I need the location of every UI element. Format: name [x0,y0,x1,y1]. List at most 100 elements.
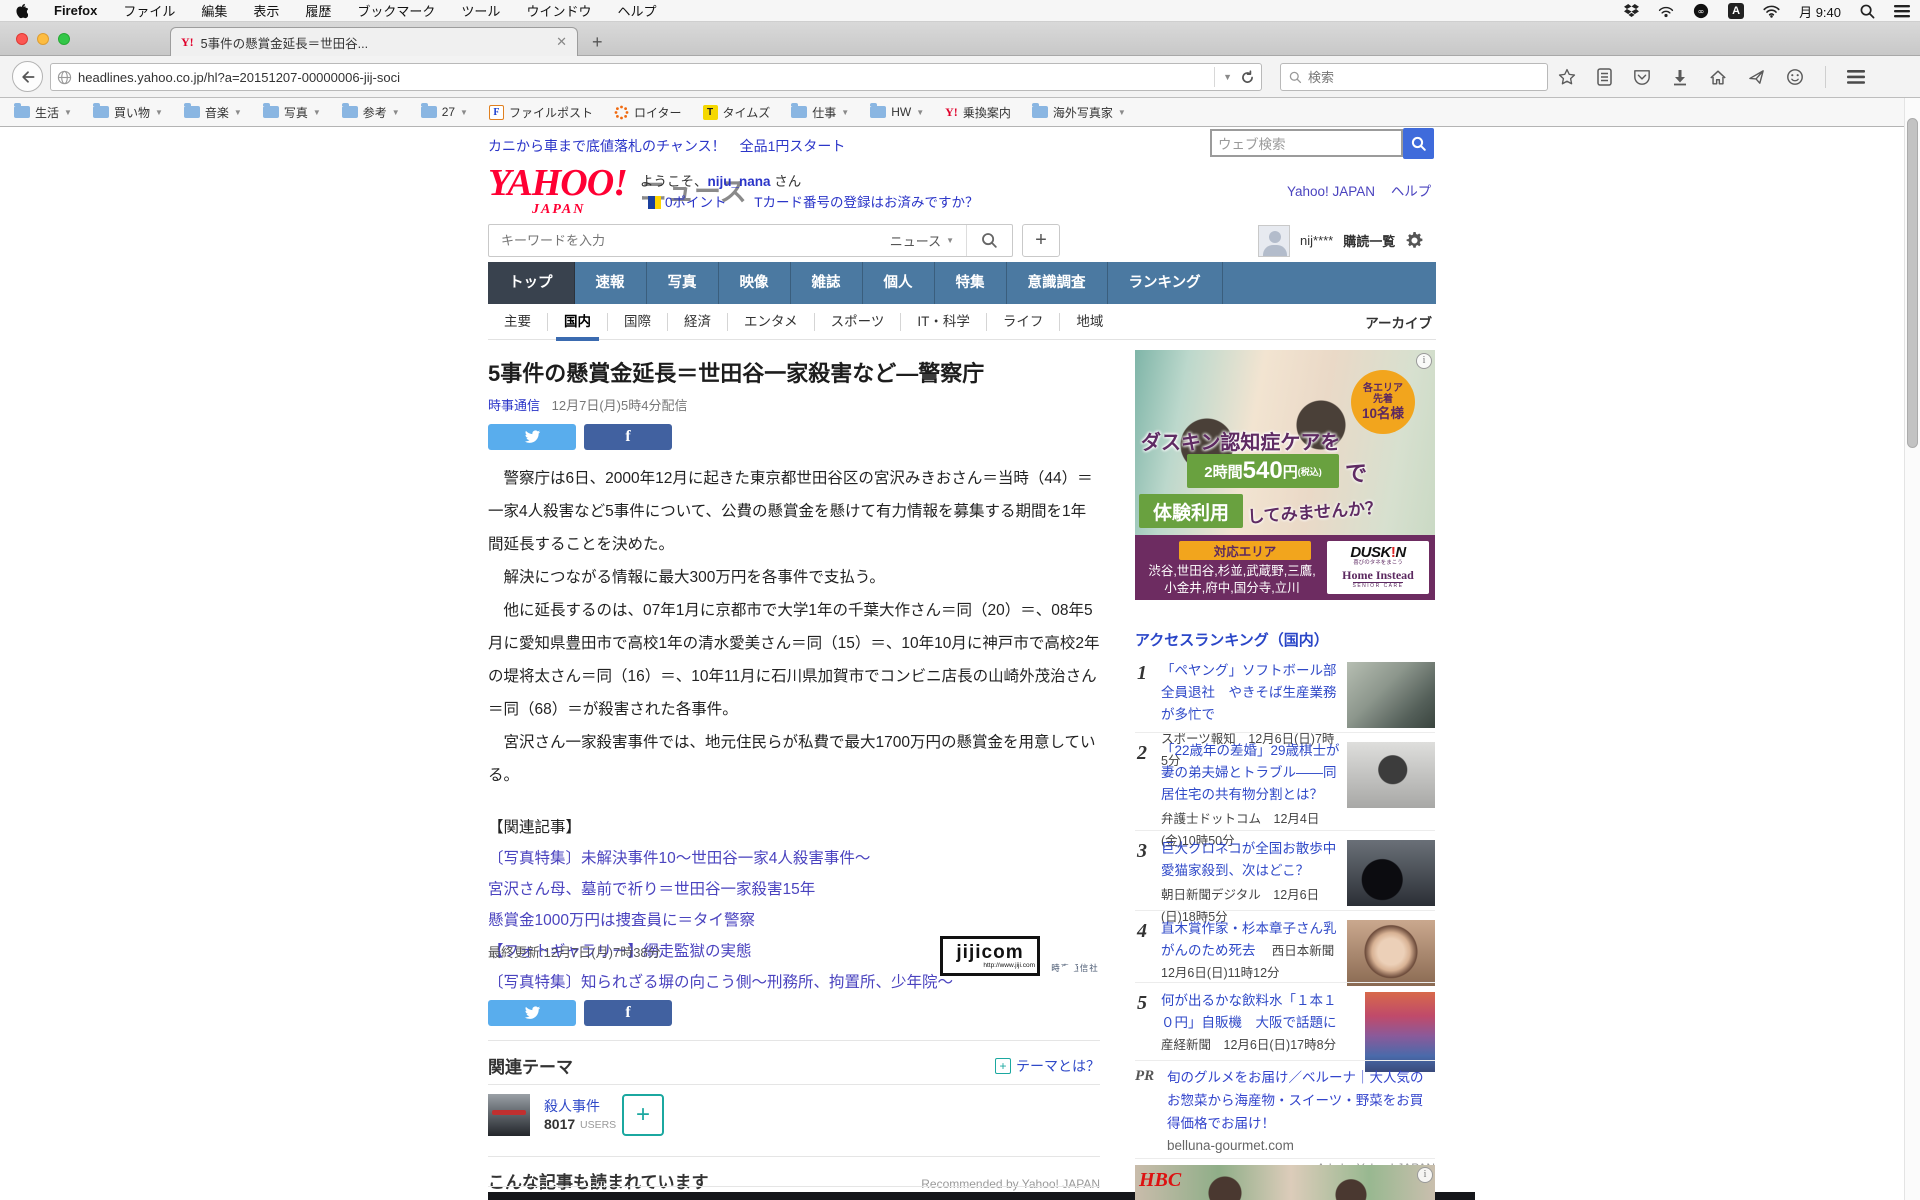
jiji-press-logo[interactable]: 時事通信社 [1050,958,1100,976]
subnav-economy[interactable]: 経済 [667,313,727,331]
nav-tab-personal[interactable]: 個人 [863,262,935,304]
menu-view[interactable]: 表示 [253,1,279,20]
ad-info-icon[interactable]: i [1417,1167,1433,1183]
hello-smiley-icon[interactable] [1786,68,1804,86]
creative-cloud-icon[interactable]: ∞ [1693,3,1709,19]
close-window-button[interactable] [16,33,28,45]
news-search-button[interactable] [966,225,1012,256]
ranking-title-link[interactable]: 「ペヤング」ソフトボール部全員退社 やきそば生産業務が多忙で [1161,663,1337,722]
menu-file[interactable]: ファイル [123,1,175,20]
nav-tab-poll[interactable]: 意識調査 [1007,262,1108,304]
nav-tab-breaking[interactable]: 速報 [575,262,647,304]
url-dropdown-icon[interactable]: ▼ [1223,72,1232,82]
pocket-icon[interactable] [1633,69,1651,86]
bookmark-times[interactable]: Tタイムズ [703,104,771,121]
hbc-ad[interactable]: HBC i [1135,1165,1435,1200]
pr-link[interactable]: 旬のグルメをお届け／ベルーナ｜大人気のお惣菜から海産物・スイーツ・野菜をお買得価… [1167,1066,1435,1135]
menu-bookmarks[interactable]: ブックマーク [357,1,435,20]
scrollbar-thumb[interactable] [1907,118,1918,448]
subnav-it-science[interactable]: IT・科学 [900,313,986,331]
bookmark-folder-hw[interactable]: HW▼ [870,105,924,119]
nav-tab-video[interactable]: 映像 [719,262,791,304]
bookmark-folder-27[interactable]: 27▼ [421,105,468,119]
tab-close-icon[interactable]: ✕ [556,34,567,50]
minimize-window-button[interactable] [37,33,49,45]
home-icon[interactable] [1709,69,1727,86]
ranking-thumbnail[interactable] [1347,742,1435,808]
article-source-link[interactable]: 時事通信 [488,398,540,413]
bookmark-star-icon[interactable] [1558,68,1576,86]
subnav-world[interactable]: 国際 [607,313,667,331]
ad-info-icon[interactable]: i [1416,353,1432,369]
dropbox-icon[interactable] [1624,4,1639,18]
subnav-local[interactable]: 地域 [1059,313,1119,331]
hotspot-icon[interactable] [1658,5,1674,18]
share-icon[interactable] [1748,69,1765,86]
input-source-icon[interactable]: A [1728,3,1744,19]
facebook-share-button[interactable]: f [584,1000,672,1026]
ranking-title-link[interactable]: 「22歳年の差婚」29歳棋士が妻の弟夫婦とトラブル――同居住宅の共有物分割とは？ [1161,743,1340,802]
menu-hamburger-icon[interactable] [1847,70,1865,84]
search-scope-dropdown[interactable]: ニュース▼ [878,231,966,250]
duskin-ad[interactable]: i 各エリア 先着 10名様 ダスキン認知症ケアを 2時間540円(税込) で … [1135,350,1435,600]
url-bar[interactable]: ▼ [50,63,1262,91]
ranking-title-link[interactable]: 何が出るかな飲料水「１本１０円」自販機 大阪で話題に [1161,993,1337,1030]
apple-menu-icon[interactable] [14,3,28,19]
what-is-theme-link[interactable]: テーマとは？ [1016,1056,1100,1076]
related-link[interactable]: 宮沢さん母、墓前で祈り＝世田谷一家殺害15年 [488,874,1100,905]
keyword-input[interactable] [489,233,878,248]
spotlight-icon[interactable] [1860,4,1875,19]
bookmark-folder-music[interactable]: 音楽▼ [184,104,242,121]
downloads-icon[interactable] [1672,69,1688,86]
notification-center-icon[interactable] [1894,5,1910,18]
ranking-thumbnail[interactable] [1347,920,1435,986]
yahoo-news-logo[interactable]: YAHOO! JAPAN ニュース [488,164,627,202]
menu-firefox[interactable]: Firefox [54,3,97,18]
bookmark-folder-shopping[interactable]: 買い物▼ [93,104,163,121]
ranking-thumbnail[interactable] [1347,662,1435,728]
tcard-link[interactable]: Tカード番号の登録はお済みですか？ [754,195,978,210]
nav-tab-magazine[interactable]: 雑誌 [791,262,863,304]
reload-icon[interactable] [1240,70,1255,85]
wifi-icon[interactable] [1763,5,1780,18]
jijicom-logo[interactable]: jijicom http://www.jiji.com [940,936,1040,976]
bookmark-folder-work[interactable]: 仕事▼ [791,104,849,121]
back-button[interactable] [12,61,43,92]
related-link[interactable]: 〔写真特集〕未解決事件10～世田谷一家4人殺害事件～ [488,843,1100,874]
ranking-title-link[interactable]: 巨大クロネコが全国お散歩中 愛猫家殺到、次はどこ？ [1161,841,1350,878]
twitter-share-button[interactable] [488,424,576,450]
bookmark-folder-life[interactable]: 生活▼ [14,104,72,121]
menu-window[interactable]: ウインドウ [526,1,591,20]
subnav-domestic[interactable]: 国内 [547,313,607,331]
header-promo-link[interactable]: カニから車まで底値落札のチャンス！ 全品1円スタート [488,136,845,156]
browser-tab[interactable]: Y! 5事件の懸賞金延長＝世田谷... ✕ [170,27,578,56]
ranking-heading-link[interactable]: アクセスランキング（国内） [1135,629,1329,650]
bookmark-transit[interactable]: Y!乗換案内 [945,104,1011,121]
menu-history[interactable]: 履歴 [305,1,331,20]
facebook-share-button[interactable]: f [584,424,672,450]
bookmark-folder-photo[interactable]: 写真▼ [263,104,321,121]
follow-theme-button[interactable]: + [622,1094,664,1136]
reading-list-icon[interactable] [1597,68,1612,86]
nav-tab-photo[interactable]: 写真 [647,262,719,304]
twitter-share-button[interactable] [488,1000,576,1026]
related-link[interactable]: 懸賞金1000万円は捜査員に＝タイ警察 [488,905,1100,936]
bookmark-folder-reference[interactable]: 参考▼ [342,104,400,121]
bookmark-folder-overseas-photographers[interactable]: 海外写真家▼ [1032,104,1126,121]
theme-name-link[interactable]: 殺人事件 [544,1096,600,1116]
bookmark-filepost[interactable]: Fファイルポスト [489,104,593,121]
add-keyword-button[interactable]: + [1022,224,1060,257]
points-link[interactable]: 0ポイント [665,195,727,210]
browser-search-box[interactable] [1280,63,1548,91]
menu-help[interactable]: ヘルプ [617,1,656,20]
browser-search-input[interactable] [1308,70,1539,85]
menu-edit[interactable]: 編集 [201,1,227,20]
nav-tab-top[interactable]: トップ [488,262,575,304]
zoom-window-button[interactable] [58,33,70,45]
subnav-sports[interactable]: スポーツ [814,313,901,331]
bookmark-reuters[interactable]: ロイター [614,104,682,121]
nav-tab-feature[interactable]: 特集 [935,262,1007,304]
theme-thumbnail[interactable] [488,1094,530,1136]
subnav-entertainment[interactable]: エンタメ [727,313,814,331]
menu-tools[interactable]: ツール [461,1,500,20]
